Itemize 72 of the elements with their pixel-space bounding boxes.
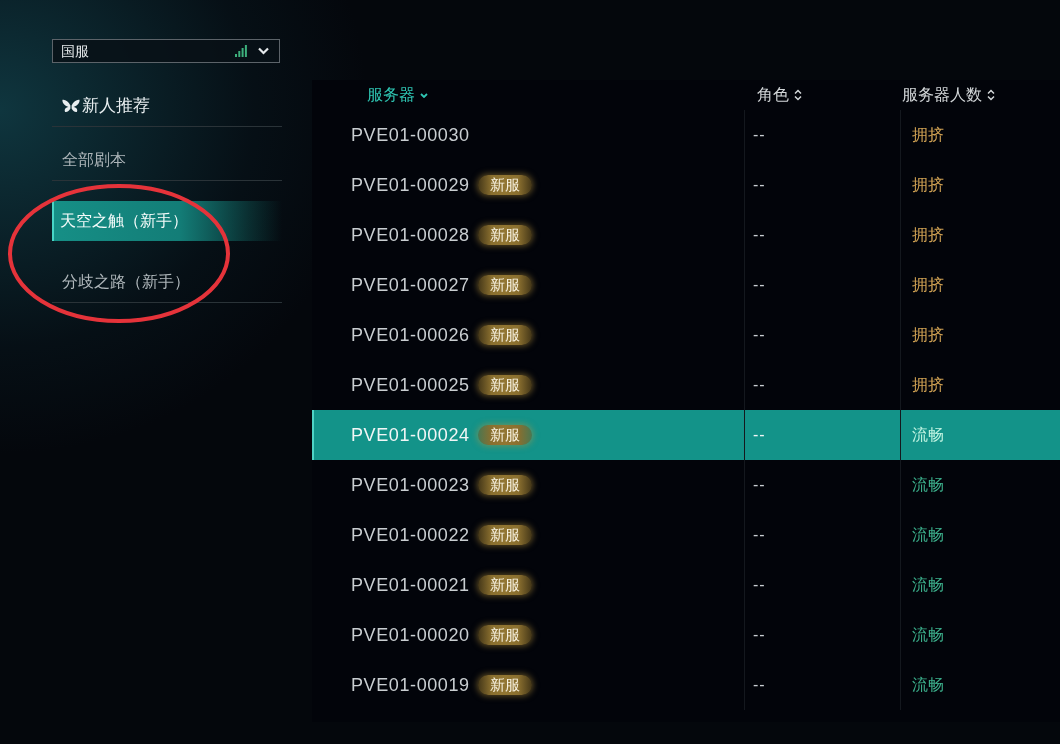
- role-text: --: [753, 475, 766, 495]
- role-text: --: [753, 275, 766, 295]
- server-row[interactable]: PVE01-00026 新服 -- 拥挤: [312, 310, 1060, 360]
- status-text: 拥挤: [912, 325, 944, 345]
- role-text: --: [753, 575, 766, 595]
- status-text: 流畅: [912, 525, 944, 545]
- butterfly-icon: [62, 99, 80, 113]
- status-text: 流畅: [912, 425, 944, 445]
- column-header[interactable]: 服务器人数: [902, 83, 995, 107]
- role-text: --: [753, 225, 766, 245]
- new-server-badge: 新服: [477, 275, 532, 295]
- status-text: 流畅: [912, 675, 944, 695]
- status-text: 拥挤: [912, 125, 944, 145]
- server-row[interactable]: PVE01-00028 新服 -- 拥挤: [312, 210, 1060, 260]
- signal-icon: [235, 45, 247, 57]
- server-row[interactable]: PVE01-00021 新服 -- 流畅: [312, 560, 1060, 610]
- new-server-badge: 新服: [477, 575, 532, 595]
- role-text: --: [753, 675, 766, 695]
- server-name: PVE01-00030: [351, 123, 470, 147]
- status-text: 拥挤: [912, 225, 944, 245]
- status-text: 拥挤: [912, 275, 944, 295]
- status-text: 流畅: [912, 475, 944, 495]
- role-text: --: [753, 425, 766, 445]
- section-title: 新人推荐: [82, 96, 150, 116]
- column-header[interactable]: 服务器: [367, 83, 428, 107]
- server-row[interactable]: PVE01-00023 新服 -- 流畅: [312, 460, 1060, 510]
- server-name: PVE01-00025: [351, 373, 470, 397]
- role-text: --: [753, 375, 766, 395]
- new-server-badge: 新服: [477, 675, 532, 695]
- server-name: PVE01-00026: [351, 323, 470, 347]
- region-dropdown[interactable]: 国服: [52, 39, 280, 63]
- sidebar-item[interactable]: 天空之触（新手）: [52, 201, 282, 241]
- role-text: --: [753, 325, 766, 345]
- role-text: --: [753, 525, 766, 545]
- new-server-badge: 新服: [477, 225, 532, 245]
- new-server-badge: 新服: [477, 175, 532, 195]
- sidebar-item[interactable]: 全部剧本: [52, 140, 282, 180]
- new-server-badge: 新服: [477, 325, 532, 345]
- server-row[interactable]: PVE01-00030 -- 拥挤: [312, 110, 1060, 160]
- new-server-badge: 新服: [477, 475, 532, 495]
- server-name: PVE01-00029: [351, 173, 470, 197]
- role-text: --: [753, 625, 766, 645]
- status-text: 拥挤: [912, 175, 944, 195]
- new-server-badge: 新服: [477, 525, 532, 545]
- status-text: 流畅: [912, 625, 944, 645]
- server-name: PVE01-00024: [351, 423, 470, 447]
- chevron-down-icon: [258, 47, 269, 55]
- sort-icon: [987, 89, 995, 101]
- server-row[interactable]: PVE01-00020 新服 -- 流畅: [312, 610, 1060, 660]
- role-text: --: [753, 125, 766, 145]
- new-server-badge: 新服: [477, 625, 532, 645]
- status-text: 拥挤: [912, 375, 944, 395]
- server-row[interactable]: PVE01-00029 新服 -- 拥挤: [312, 160, 1060, 210]
- server-name: PVE01-00023: [351, 473, 470, 497]
- sidebar-item[interactable]: 分歧之路（新手）: [52, 262, 282, 302]
- column-header[interactable]: 角色: [757, 83, 802, 107]
- status-text: 流畅: [912, 575, 944, 595]
- sort-icon: [794, 89, 802, 101]
- server-row[interactable]: PVE01-00027 新服 -- 拥挤: [312, 260, 1060, 310]
- server-name: PVE01-00020: [351, 623, 470, 647]
- server-name: PVE01-00022: [351, 523, 470, 547]
- chevron-down-icon: [420, 92, 428, 98]
- server-name: PVE01-00027: [351, 273, 470, 297]
- server-row[interactable]: PVE01-00019 新服 -- 流畅: [312, 660, 1060, 710]
- server-name: PVE01-00019: [351, 673, 470, 697]
- new-server-badge: 新服: [477, 425, 532, 445]
- server-row[interactable]: PVE01-00024 新服 -- 流畅: [312, 410, 1060, 460]
- server-name: PVE01-00028: [351, 223, 470, 247]
- server-row[interactable]: PVE01-00022 新服 -- 流畅: [312, 510, 1060, 560]
- new-server-badge: 新服: [477, 375, 532, 395]
- server-name: PVE01-00021: [351, 573, 470, 597]
- role-text: --: [753, 175, 766, 195]
